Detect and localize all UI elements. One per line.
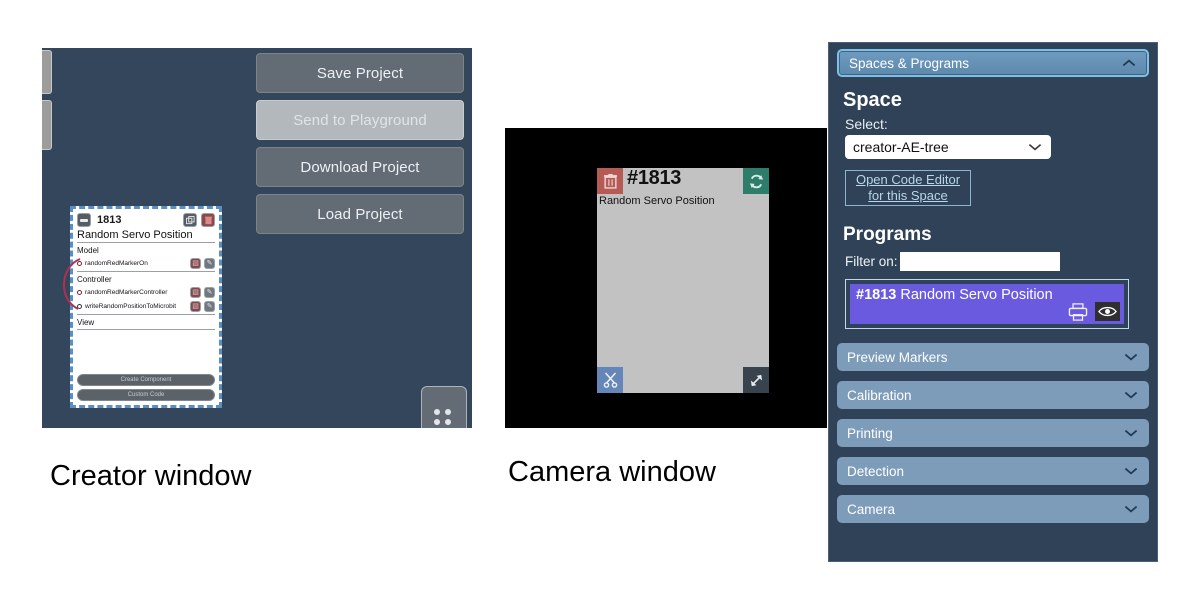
code-editor-link-line2: for this Space — [868, 188, 948, 203]
section-header-printing[interactable]: Printing — [837, 419, 1149, 447]
filter-input[interactable] — [899, 252, 1060, 271]
chevron-up-icon — [1122, 59, 1136, 67]
resize-icon[interactable] — [743, 367, 769, 393]
bullet-dot-icon — [77, 303, 82, 309]
section-title-camera: Camera — [847, 501, 896, 517]
save-project-button[interactable]: Save Project — [256, 53, 464, 93]
row-edit-icon[interactable]: ✎ — [204, 286, 215, 298]
controller-item-row-2[interactable]: writeRandomPositionToMicrobit ▧ ✎ — [77, 300, 215, 312]
creator-window: Save Project Send to Playground Download… — [42, 48, 472, 428]
program-node-card[interactable]: 1813 Random Servo Position Model randomR… — [70, 206, 222, 408]
eye-icon[interactable] — [1095, 302, 1120, 321]
heading-programs: Programs — [843, 224, 932, 245]
chevron-down-icon — [1124, 505, 1138, 513]
camera-program-card[interactable]: #1813 Random Servo Position — [597, 167, 769, 393]
row-edit-icon[interactable]: ✎ — [204, 300, 215, 312]
section-header-camera[interactable]: Camera — [837, 495, 1149, 523]
open-code-editor-link[interactable]: Open Code Editor for this Space — [845, 170, 971, 206]
camera-window: #1813 Random Servo Position — [505, 128, 827, 428]
heading-space: Space — [843, 89, 902, 111]
filter-label: Filter on: — [845, 254, 898, 269]
model-item-label: randomRedMarkerOn — [85, 259, 148, 267]
load-project-button[interactable]: Load Project — [256, 194, 464, 234]
node-card-footer: Create Component Custom Code — [77, 371, 215, 401]
node-card-id: 1813 — [97, 214, 122, 226]
bullet-dot-icon — [77, 260, 82, 266]
section-title-preview-markers: Preview Markers — [847, 349, 948, 365]
send-to-playground-button[interactable]: Send to Playground — [256, 100, 464, 140]
section-label-controller: Controller — [77, 275, 112, 284]
scissors-icon[interactable] — [597, 367, 623, 393]
creator-left-tab-2[interactable] — [42, 100, 52, 150]
model-item-row[interactable]: randomRedMarkerOn ▧ ✎ — [77, 257, 215, 269]
chevron-down-icon — [1124, 429, 1138, 437]
chevron-down-icon — [1124, 353, 1138, 361]
code-editor-link-line1: Open Code Editor — [855, 172, 961, 187]
node-card-title: Random Servo Position — [77, 229, 215, 243]
controller-item-label-2: writeRandomPositionToMicrobit — [85, 302, 177, 310]
project-button-group: Save Project Send to Playground Download… — [256, 53, 464, 241]
section-label-model: Model — [77, 246, 99, 255]
trash-icon[interactable] — [201, 213, 215, 227]
program-item-actions — [1068, 302, 1120, 321]
label-space-select: Select: — [845, 116, 888, 132]
chevron-down-icon — [1124, 467, 1138, 475]
caption-creator-window: Creator window — [50, 460, 252, 492]
trash-icon-glyph — [603, 173, 617, 189]
refresh-icon-glyph — [749, 174, 763, 188]
resize-icon-glyph — [750, 374, 762, 386]
controller-item-row-1[interactable]: randomRedMarkerController ▧ ✎ — [77, 286, 215, 298]
section-header-calibration[interactable]: Calibration — [837, 381, 1149, 409]
program-list-item[interactable]: #1813 Random Servo Position — [850, 284, 1124, 324]
node-card-header: 1813 — [77, 212, 215, 228]
section-divider — [77, 271, 215, 272]
programs-list: #1813 Random Servo Position — [845, 279, 1129, 329]
create-component-button[interactable]: Create Component — [77, 374, 215, 386]
scissors-icon-glyph — [603, 372, 617, 388]
bullet-dot-icon — [77, 289, 82, 295]
trash-icon-glyph — [204, 216, 212, 224]
creator-left-tab-1[interactable] — [42, 50, 52, 94]
space-select-value: creator-AE-tree — [853, 139, 949, 155]
minimize-icon[interactable] — [77, 213, 91, 227]
section-title-calibration: Calibration — [847, 387, 912, 403]
filter-row: Filter on: — [845, 252, 1145, 271]
section-header-preview-markers[interactable]: Preview Markers — [837, 343, 1149, 371]
section-label-view: View — [77, 318, 95, 327]
copy-icon-glyph — [185, 215, 195, 224]
trash-icon[interactable] — [597, 168, 623, 194]
camera-card-id: #1813 — [627, 167, 682, 189]
section-divider — [77, 329, 215, 330]
row-trash-icon[interactable]: ▧ — [190, 286, 201, 298]
printer-icon[interactable] — [1068, 302, 1088, 321]
space-select-dropdown[interactable]: creator-AE-tree — [845, 135, 1051, 159]
spaces-programs-body: Space Select: creator-AE-tree Open Code … — [837, 89, 1149, 329]
row-trash-icon[interactable]: ▧ — [190, 300, 201, 312]
copy-icon[interactable] — [183, 213, 197, 227]
program-item-id: #1813 — [856, 287, 897, 303]
spaces-programs-panel: Spaces & Programs Space Select: creator-… — [828, 42, 1158, 562]
section-header-detection[interactable]: Detection — [837, 457, 1149, 485]
grid-dots-icon[interactable] — [421, 386, 467, 428]
eye-icon-glyph — [1098, 306, 1117, 317]
collapsed-sections: Preview Markers Calibration Printing Det… — [837, 343, 1149, 523]
custom-code-button[interactable]: Custom Code — [77, 389, 215, 401]
chevron-down-icon — [1028, 143, 1042, 151]
screenshot-root: Save Project Send to Playground Download… — [0, 0, 1200, 600]
section-title-detection: Detection — [847, 463, 905, 479]
section-title-spaces-programs: Spaces & Programs — [849, 55, 970, 71]
chevron-down-icon — [1124, 391, 1138, 399]
row-edit-icon[interactable]: ✎ — [204, 257, 215, 269]
row-trash-icon[interactable]: ▧ — [190, 257, 201, 269]
camera-card-subtitle: Random Servo Position — [599, 195, 715, 207]
program-item-name: Random Servo Position — [900, 287, 1053, 303]
refresh-icon[interactable] — [743, 168, 769, 194]
controller-item-label-1: randomRedMarkerController — [85, 288, 168, 296]
section-divider — [77, 314, 215, 315]
caption-camera-window: Camera window — [508, 456, 716, 488]
download-project-button[interactable]: Download Project — [256, 147, 464, 187]
section-title-printing: Printing — [847, 425, 893, 441]
node-card-inner: 1813 Random Servo Position Model randomR… — [73, 209, 219, 405]
section-header-spaces-programs[interactable]: Spaces & Programs — [837, 49, 1149, 77]
